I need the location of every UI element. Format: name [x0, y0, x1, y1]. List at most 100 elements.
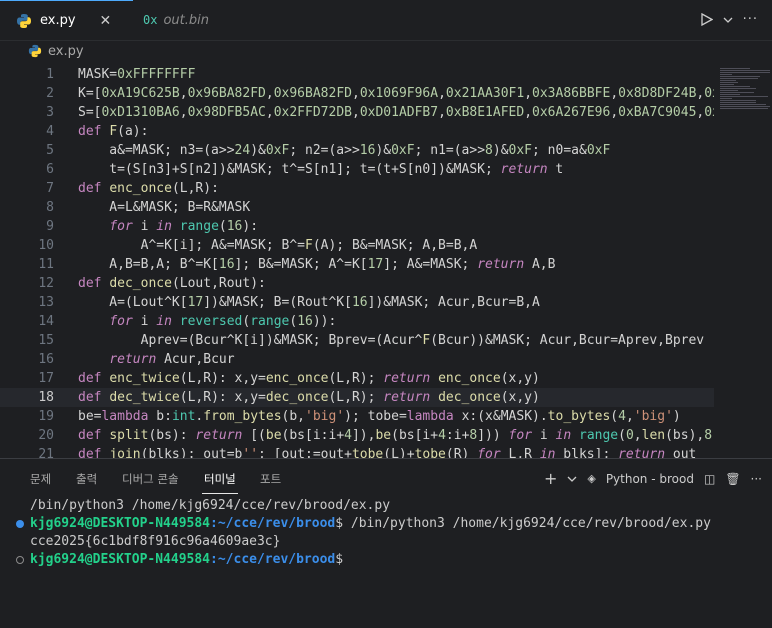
minimap-line — [720, 104, 766, 105]
terminal-profile[interactable]: Python - brood — [606, 472, 694, 486]
line-number: 3 — [46, 105, 54, 120]
code-text: def enc_once(L,R): — [78, 181, 219, 196]
minimap-line — [720, 92, 754, 93]
run-icon[interactable] — [700, 13, 713, 26]
line-number: 20 — [38, 428, 54, 443]
code-line[interactable]: 7 def enc_once(L,R): — [0, 179, 714, 198]
terminal-prompt-line: kjg6924@DESKTOP-N449584:~/cce/rev/brood$… — [30, 515, 711, 533]
more-icon[interactable]: ··· — [743, 12, 758, 27]
code-text: t=(S[n3]+S[n2])&MASK; t^=S[n1]; t=(t+S[n… — [78, 162, 564, 177]
minimap-line — [720, 68, 750, 69]
trash-icon[interactable]: 🗑 — [725, 472, 740, 486]
code-line[interactable]: 21 def join(blks): out=b''; [out:=out+tob… — [0, 445, 714, 458]
code-line[interactable]: 13 A=(Lout^K[17])&MASK; B=(Rout^K[16])&M… — [0, 293, 714, 312]
command-status-icon — [16, 556, 24, 564]
bottom-panel: 문제 출력 디버그 콘솔 터미널 포트 + ◈ Python - brood ◫… — [0, 458, 772, 628]
code-editor[interactable]: 1 MASK=0xFFFFFFFF 2 K=[0xA19C625B,0x96BA82F… — [0, 64, 714, 458]
code-text: def dec_once(Lout,Rout): — [78, 276, 266, 291]
code-text: a&=MASK; n3=(a>>24)&0xF; n2=(a>>16)&0xF;… — [78, 143, 611, 158]
code-text: def F(a): — [78, 124, 149, 139]
run-controls: ··· — [700, 12, 758, 27]
code-line[interactable]: 4 def F(a): — [0, 122, 714, 141]
code-line[interactable]: 2 K=[0xA19C625B,0x96BA82FD,0x96BA82FD,0x1… — [0, 84, 714, 103]
code-line[interactable]: 3 S=[0xD1310BA6,0x98DFB5AC,0x2FFD72DB,0xD… — [0, 103, 714, 122]
tab-debug-console[interactable]: 디버그 콘솔 — [122, 471, 179, 487]
breadcrumb-file[interactable]: ex.py — [48, 44, 84, 59]
code-text: def enc_twice(L,R): x,y=enc_once(L,R); r… — [78, 371, 540, 386]
line-number: 21 — [38, 447, 54, 458]
split-icon[interactable]: ◫ — [704, 472, 715, 486]
code-line[interactable]: 11 A,B=B,A; B^=K[16]; B&=MASK; A^=K[17];… — [0, 255, 714, 274]
terminal-prompt-line: kjg6924@DESKTOP-N449584:~/cce/rev/brood$ — [30, 551, 343, 569]
minimap-line — [720, 90, 738, 91]
code-line[interactable]: 12 def dec_once(Lout,Rout): — [0, 274, 714, 293]
prompt-user: kjg6924@DESKTOP-N449584 — [30, 552, 211, 567]
code-text: A=L&MASK; B=R&MASK — [78, 200, 251, 215]
code-line[interactable]: 19 be=lambda b:int.from_bytes(b,'big'); t… — [0, 407, 714, 426]
code-line[interactable]: 20 def split(bs): return [(be(bs[i:i+4]),… — [0, 426, 714, 445]
terminal-cmd-echo: /bin/python3 /home/kjg6924/cce/rev/brood… — [30, 498, 391, 513]
more-icon[interactable]: ··· — [751, 472, 762, 486]
minimap-line — [720, 102, 756, 103]
line-number: 16 — [38, 352, 54, 367]
code-line[interactable]: 10 A^=K[i]; A&=MASK; B^=F(A); B&=MASK; A… — [0, 236, 714, 255]
line-number: 10 — [38, 238, 54, 253]
tab-out-bin[interactable]: 0x out.bin — [133, 0, 233, 40]
code-line[interactable]: 1 MASK=0xFFFFFFFF — [0, 65, 714, 84]
code-text: S=[0xD1310BA6,0x98DFB5AC,0x2FFD72DB,0xD0… — [78, 105, 714, 120]
line-number: 18 — [38, 390, 54, 405]
terminal-output: cce2025{6c1bdf8f916c96a4609ae3c} — [30, 534, 281, 549]
code-text: K=[0xA19C625B,0x96BA82FD,0x96BA82FD,0x10… — [78, 86, 714, 101]
chevron-down-icon[interactable] — [567, 476, 577, 482]
minimap-line — [720, 78, 758, 79]
minimap-line — [720, 80, 736, 81]
minimap[interactable] — [716, 62, 772, 458]
minimap-line — [720, 76, 760, 77]
line-number: 12 — [38, 276, 54, 291]
code-text: for i in reversed(range(16)): — [109, 314, 337, 329]
code-line[interactable]: 5 a&=MASK; n3=(a>>24)&0xF; n2=(a>>16)&0x… — [0, 141, 714, 160]
tab-terminal[interactable]: 터미널 — [202, 471, 238, 494]
editor-tab-bar: ex.py ✕ 0x out.bin ··· — [0, 0, 772, 41]
plus-icon[interactable]: + — [544, 469, 557, 488]
prompt-command: $ /bin/python3 /home/kjg6924/cce/rev/bro… — [335, 516, 711, 531]
minimap-line — [720, 88, 756, 89]
tab-ex-py[interactable]: ex.py ✕ — [0, 0, 133, 40]
minimap-line — [720, 94, 740, 95]
code-text: Aprev=(Bcur^K[i])&MASK; Bprev=(Acur^F(Bc… — [78, 333, 705, 348]
tab-ports[interactable]: 포트 — [260, 471, 281, 487]
tab-problems[interactable]: 문제 — [30, 471, 51, 487]
code-line[interactable]: 14 for i in reversed(range(16)): — [0, 312, 714, 331]
line-number: 2 — [46, 86, 54, 101]
tab-label: out.bin — [163, 12, 209, 28]
tab-output[interactable]: 출력 — [76, 471, 97, 487]
line-number: 5 — [46, 143, 54, 158]
code-line[interactable]: 15 Aprev=(Bcur^K[i])&MASK; Bprev=(Acur^F… — [0, 331, 714, 350]
prompt-path: :~/cce/rev/brood — [210, 552, 336, 567]
line-number: 14 — [38, 314, 54, 329]
code-text: A^=K[i]; A&=MASK; B^=F(A); B&=MASK; A,B=… — [78, 238, 478, 253]
code-text: for i in range(16): — [109, 219, 259, 234]
close-icon[interactable]: ✕ — [100, 13, 112, 29]
code-line[interactable]: 9 for i in range(16): — [0, 217, 714, 236]
panel-actions: + ◈ Python - brood ◫ 🗑 ··· — [544, 469, 762, 488]
code-line[interactable]: 18 def dec_twice(L,R): x,y=dec_once(L,R);… — [0, 388, 714, 407]
line-number: 17 — [38, 371, 54, 386]
code-line[interactable]: 8 A=L&MASK; B=R&MASK — [0, 198, 714, 217]
line-number: 7 — [46, 181, 54, 196]
line-number: 15 — [38, 333, 54, 348]
chevron-down-icon[interactable] — [723, 17, 733, 23]
code-line[interactable]: 17 def enc_twice(L,R): x,y=enc_once(L,R);… — [0, 369, 714, 388]
line-number: 13 — [38, 295, 54, 310]
line-number: 8 — [46, 200, 54, 215]
prompt-path: :~/cce/rev/brood — [210, 516, 336, 531]
line-number: 19 — [38, 409, 54, 424]
command-status-icon — [16, 520, 24, 528]
code-line[interactable]: 6 t=(S[n3]+S[n2])&MASK; t^=S[n1]; t=(t+S… — [0, 160, 714, 179]
python-icon — [17, 13, 31, 28]
code-text: A,B=B,A; B^=K[16]; B&=MASK; A^=K[17]; A&… — [78, 257, 556, 272]
code-text: MASK=0xFFFFFFFF — [78, 67, 196, 82]
line-number: 1 — [46, 67, 54, 82]
minimap-line — [720, 84, 734, 85]
code-line[interactable]: 16 return Acur,Bcur — [0, 350, 714, 369]
